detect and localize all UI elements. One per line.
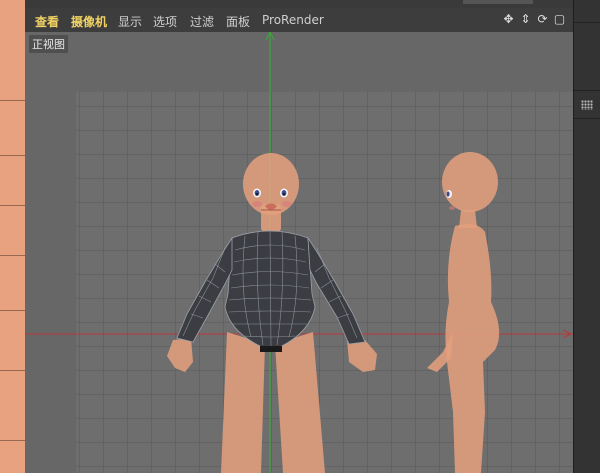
front-viewport[interactable]: 正视图 (25, 32, 573, 473)
panel-divider (0, 370, 25, 371)
move-view-icon[interactable]: ✥ (501, 12, 516, 27)
panel-divider (0, 310, 25, 311)
view-navigation-tools: ✥ ⇕ ⟳ ▢ (501, 12, 567, 27)
menu-view[interactable]: 查看 (35, 13, 59, 30)
panel-divider (0, 205, 25, 206)
panel-divider (0, 255, 25, 256)
side-head (442, 152, 498, 212)
viewport-menubar: 查看 摄像机 显示 选项 过滤 面板 ProRender ✥ ⇕ ⟳ ▢ (25, 8, 573, 33)
maximize-view-icon[interactable]: ▢ (552, 12, 567, 27)
left-leg (221, 332, 265, 473)
viewport-label: 正视图 (29, 35, 68, 53)
panel-divider (0, 155, 25, 156)
left-side-panel[interactable] (0, 0, 26, 473)
rotate-view-icon[interactable]: ⟳ (535, 12, 550, 27)
menu-panel[interactable]: 面板 (226, 13, 250, 30)
menu-filter[interactable]: 过滤 (190, 13, 214, 30)
viewport-canvas (25, 32, 573, 473)
dolly-view-icon[interactable]: ⇕ (518, 12, 533, 27)
menu-prorender[interactable]: ProRender (262, 13, 324, 27)
panel-divider (0, 100, 25, 101)
panel-divider (0, 440, 25, 441)
menu-options[interactable]: 选项 (153, 13, 177, 30)
grip-handle-icon[interactable] (581, 100, 593, 110)
menu-display[interactable]: 显示 (118, 13, 142, 30)
menu-camera[interactable]: 摄像机 (71, 13, 107, 30)
right-side-panel (573, 0, 600, 473)
top-edge-strip (25, 0, 573, 8)
